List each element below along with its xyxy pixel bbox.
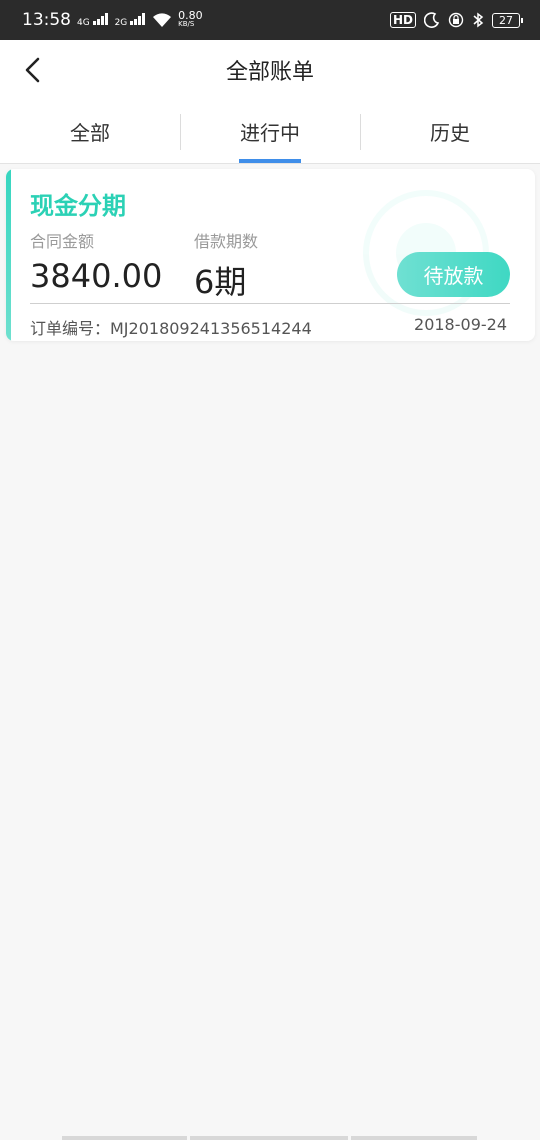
- loan-type-title: 现金分期: [30, 192, 126, 220]
- order-number: 订单编号：MJ201809241356514244: [30, 319, 312, 338]
- card-divider: [30, 303, 510, 304]
- home-indicator: [62, 1136, 478, 1140]
- lock-rotation-icon: [448, 12, 464, 28]
- back-button[interactable]: [14, 52, 50, 88]
- tab-label: 历史: [430, 121, 470, 145]
- nav-bar: 全部账单: [0, 40, 540, 100]
- tab-label: 全部: [70, 121, 110, 145]
- chevron-left-icon: [25, 57, 40, 83]
- status-button[interactable]: 待放款: [397, 252, 510, 297]
- status-bar-right: HD 27: [389, 12, 523, 28]
- signal-icon: [92, 12, 108, 25]
- wifi-icon: [153, 13, 172, 27]
- status-bar: 13:58 4G 2G 0.80 KB/S HD 27: [0, 0, 540, 40]
- home-indicator-segment: [62, 1136, 187, 1140]
- contract-amount-value: 3840.00: [30, 257, 163, 295]
- bill-card[interactable]: 现金分期 合同金额 借款期数 3840.00 6期 待放款 订单编号：MJ201…: [6, 169, 535, 341]
- moon-icon: [424, 12, 440, 28]
- page-title: 全部账单: [225, 60, 314, 85]
- battery-level: 27: [499, 13, 513, 27]
- hd-icon: HD: [389, 12, 416, 28]
- network-2g-indicator: 2G: [114, 12, 147, 28]
- net-speed-value: 0.80: [178, 9, 203, 22]
- tab-label: 进行中: [240, 121, 300, 145]
- active-tab-indicator: [239, 159, 301, 163]
- signal-icon: [130, 12, 146, 25]
- tab-in-progress[interactable]: 进行中: [180, 100, 360, 163]
- tab-all[interactable]: 全部: [0, 100, 180, 163]
- network-4g-label: 4G: [77, 17, 90, 28]
- network-4g-indicator: 4G: [77, 12, 109, 28]
- contract-amount-label: 合同金额: [30, 232, 95, 251]
- loan-periods-label: 借款期数: [194, 232, 259, 251]
- home-indicator-segment: [351, 1136, 477, 1140]
- bluetooth-icon: [473, 12, 484, 28]
- clock: 13:58: [22, 10, 71, 30]
- card-accent-bar: [6, 169, 11, 341]
- status-bar-left: 13:58 4G 2G 0.80 KB/S: [22, 10, 203, 30]
- net-speed: 0.80 KB/S: [178, 9, 203, 29]
- tab-history[interactable]: 历史: [360, 100, 540, 163]
- order-date: 2018-09-24: [414, 315, 507, 334]
- network-2g-label: 2G: [114, 17, 128, 28]
- tab-bar: 全部 进行中 历史: [0, 100, 540, 164]
- battery-icon: 27: [492, 12, 523, 28]
- home-indicator-segment: [190, 1136, 348, 1140]
- loan-periods-value: 6期: [194, 263, 247, 301]
